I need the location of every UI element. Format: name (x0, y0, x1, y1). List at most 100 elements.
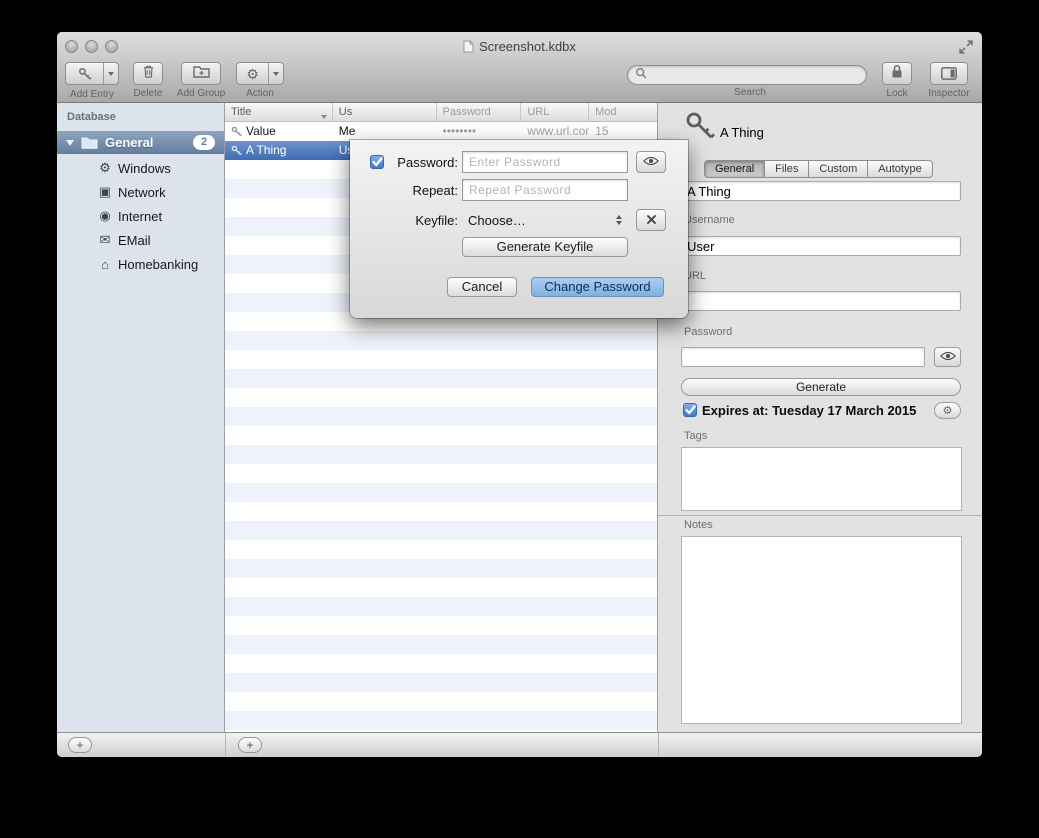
entry-count-badge: 2 (193, 135, 215, 150)
action-label: Action (233, 88, 287, 99)
delete-item: Delete (127, 62, 169, 99)
change-password-sheet: Password: Repeat: Keyfile: Choose… Gener… (350, 140, 688, 318)
column-header-username[interactable]: Us (333, 103, 437, 122)
add-group-plus-button[interactable]: + (68, 737, 92, 753)
check-icon (685, 405, 696, 415)
change-password-button[interactable]: Change Password (531, 277, 664, 297)
reveal-password-button[interactable] (934, 347, 961, 367)
tab-general[interactable]: General (704, 160, 765, 178)
sidebar-item-general[interactable]: General 2 (57, 131, 224, 154)
sidebar-item-label: Windows (118, 161, 171, 176)
sidebar-item-label: Homebanking (118, 257, 198, 272)
url-field[interactable] (681, 291, 961, 311)
sidebar-item-label: General (105, 135, 193, 150)
notes-textarea[interactable] (681, 536, 962, 724)
fullscreen-icon[interactable] (959, 40, 973, 54)
expires-settings-button[interactable]: ⚙ (934, 402, 961, 419)
password-label: Password: (388, 155, 458, 170)
search-item: Search (627, 62, 873, 98)
network-group-icon: ▣ (97, 184, 113, 200)
lock-label: Lock (875, 88, 919, 99)
sidebar-item-homebanking[interactable]: ⌂ Homebanking (57, 252, 224, 276)
key-icon (231, 126, 242, 137)
inspector-panel-icon[interactable] (930, 62, 968, 85)
generate-password-button[interactable]: Generate (681, 378, 961, 396)
add-group-button[interactable] (181, 62, 221, 85)
gear-icon: ⚙ (237, 63, 268, 84)
add-entry-dropdown-icon[interactable] (103, 63, 118, 84)
search-input[interactable] (651, 68, 851, 82)
check-icon (372, 157, 383, 167)
entry-list-header: Title Us Password URL Mod (225, 103, 657, 122)
tab-files[interactable]: Files (764, 160, 809, 178)
keyfile-popup[interactable]: Choose… (462, 209, 628, 231)
sidebar-item-label: Network (118, 185, 166, 200)
sidebar-item-windows[interactable]: ⚙ Windows (57, 156, 224, 180)
search-icon (635, 66, 647, 84)
reveal-password-button[interactable] (636, 151, 666, 173)
add-entry-item: Add Entry (61, 62, 123, 100)
add-group-item: Add Group (171, 62, 231, 99)
disclosure-triangle-icon[interactable] (66, 140, 74, 146)
tab-custom[interactable]: Custom (808, 160, 868, 178)
sidebar-item-network[interactable]: ▣ Network (57, 180, 224, 204)
entry-username: Me (339, 122, 356, 141)
table-row[interactable]: Value Me •••••••• www.url.com 15 (225, 122, 657, 141)
action-dropdown-icon[interactable] (268, 63, 283, 84)
keyfile-selected-value: Choose… (468, 213, 616, 228)
add-entry-label: Add Entry (61, 89, 123, 100)
delete-label: Delete (127, 88, 169, 99)
password-field[interactable] (681, 347, 925, 367)
bottom-bar: + + (57, 732, 982, 757)
sidebar-item-label: EMail (118, 233, 151, 248)
expires-checkbox[interactable] (683, 403, 697, 417)
username-label: Username (684, 214, 735, 226)
tags-label: Tags (684, 430, 707, 442)
cancel-button[interactable]: Cancel (447, 277, 517, 297)
divider (225, 733, 226, 757)
padlock-icon (891, 64, 903, 84)
eye-icon (643, 153, 659, 171)
repeat-label: Repeat: (388, 183, 458, 198)
search-label: Search (627, 87, 873, 98)
popup-stepper-icon (616, 215, 622, 225)
window-header: Screenshot.kdbx Add Entry Delete (57, 32, 982, 103)
username-field[interactable] (681, 236, 961, 256)
search-field[interactable] (627, 65, 867, 85)
tab-autotype[interactable]: Autotype (867, 160, 932, 178)
password-label: Password (684, 326, 732, 338)
action-button[interactable]: ⚙ (236, 62, 284, 85)
column-header-url[interactable]: URL (521, 103, 589, 122)
delete-button[interactable] (133, 62, 163, 85)
generate-keyfile-button[interactable]: Generate Keyfile (462, 237, 628, 257)
column-header-password[interactable]: Password (437, 103, 522, 122)
entry-modified: 15 (595, 122, 608, 141)
key-icon (231, 145, 242, 156)
repeat-password-input[interactable] (462, 179, 628, 201)
inspector-entry-title: A Thing (720, 125, 764, 140)
email-group-icon: ✉ (97, 232, 113, 248)
lock-button[interactable] (882, 62, 912, 85)
add-entry-button[interactable] (65, 62, 119, 85)
add-entry-plus-button[interactable]: + (238, 737, 262, 753)
sidebar: Database General 2 ⚙ Windows ▣ Network ◉… (57, 103, 225, 732)
password-enable-checkbox[interactable] (370, 155, 384, 169)
column-header-title[interactable]: Title (225, 103, 333, 122)
tags-textarea[interactable] (681, 447, 962, 511)
column-header-modified[interactable]: Mod (589, 103, 657, 122)
notes-label: Notes (684, 519, 713, 531)
homebanking-group-icon: ⌂ (97, 257, 113, 272)
sidebar-item-internet[interactable]: ◉ Internet (57, 204, 224, 228)
expires-label: Expires at: Tuesday 17 March 2015 (702, 403, 916, 418)
folder-add-icon (193, 65, 210, 83)
document-proxy-icon (463, 40, 474, 53)
lock-item: Lock (875, 62, 919, 99)
sidebar-section-header: Database (67, 111, 116, 123)
clear-keyfile-button[interactable] (636, 209, 666, 231)
key-icon (684, 110, 716, 147)
window-title: Screenshot.kdbx (479, 39, 576, 54)
title-field[interactable] (681, 181, 961, 201)
password-input[interactable] (462, 151, 628, 173)
sidebar-item-email[interactable]: ✉ EMail (57, 228, 224, 252)
sort-indicator-icon (321, 110, 327, 122)
